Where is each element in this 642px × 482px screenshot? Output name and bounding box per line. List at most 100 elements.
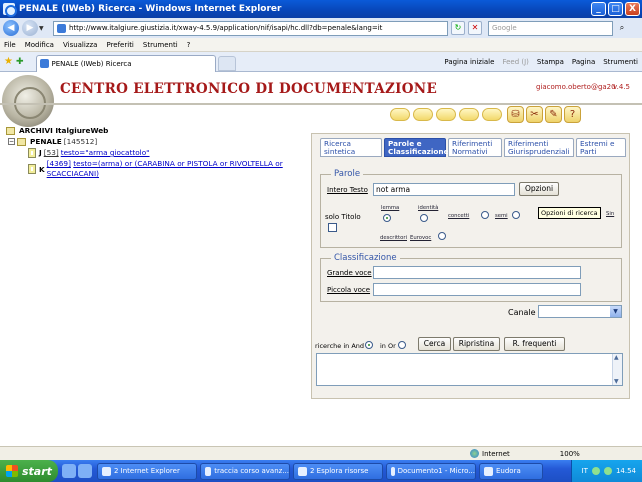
task-label: Documento1 - Micro... <box>397 467 475 475</box>
piccola-voce-input[interactable] <box>373 283 581 296</box>
tab-label: PENALE (IWeb) Ricerca <box>51 59 132 68</box>
user-link[interactable]: giacomo.oberto@ga20 <box>536 83 616 91</box>
tree-item-k[interactable]: K [4369] testo=(arma) or (CARABINA or PI… <box>6 159 306 179</box>
tools-menu-button[interactable]: Strumenti <box>603 58 638 66</box>
status-bar: Internet 100% <box>0 446 642 460</box>
menu-file[interactable]: File <box>4 41 16 49</box>
task-documento1[interactable]: Documento1 - Micro... <box>386 462 476 480</box>
menu-help[interactable]: ? <box>187 41 191 49</box>
tree-root-label: ARCHIVI ItalgiureWeb <box>19 126 109 135</box>
task-internet-explorer[interactable]: 2 Internet Explorer <box>97 462 197 480</box>
seal-logo <box>2 75 54 127</box>
concetti-radio[interactable] <box>481 211 489 219</box>
scissors-icon[interactable]: ✂ <box>526 105 543 123</box>
eurovoc-radio[interactable] <box>438 232 446 240</box>
menu-modifica[interactable]: Modifica <box>25 41 54 49</box>
or-radio[interactable] <box>398 341 406 349</box>
bag-icon[interactable]: ⛁ <box>507 105 524 123</box>
back-button[interactable]: ◀ <box>3 20 19 36</box>
page-title: CENTRO ELETTRONICO DI DOCUMENTAZIONE <box>60 81 438 97</box>
history-dropdown-icon[interactable]: ▼ <box>39 25 47 32</box>
favorites-star-icon[interactable]: ★ <box>4 56 13 67</box>
page-menu-button[interactable]: Pagina <box>572 58 595 66</box>
print-button[interactable]: Stampa <box>537 58 564 66</box>
add-favorites-icon[interactable]: ✚ <box>16 57 24 67</box>
query-textarea[interactable] <box>316 353 623 386</box>
quick-launch-desktop-icon[interactable] <box>78 464 92 478</box>
lemma-radio[interactable] <box>383 214 391 222</box>
menu-strumenti[interactable]: Strumenti <box>143 41 178 49</box>
tab-penale[interactable]: PENALE (IWeb) Ricerca <box>35 54 216 72</box>
toolbar-pill-5[interactable] <box>482 107 502 121</box>
in-or-label: in Or <box>380 342 396 350</box>
eraser-icon[interactable]: ✎ <box>545 105 562 123</box>
quick-launch-ie-icon[interactable] <box>62 464 76 478</box>
tab-estremi-parti[interactable]: Estremi e Parti <box>576 138 626 157</box>
toolbar-pill-2[interactable] <box>413 107 433 121</box>
url-field[interactable]: http://www.italgiure.giustizia.it/xway-4… <box>53 20 448 36</box>
identita-radio[interactable] <box>420 214 428 222</box>
intero-testo-label: Intero Testo <box>327 186 368 194</box>
cerca-button[interactable]: Cerca <box>418 337 451 351</box>
toolbar-pill-3[interactable] <box>436 107 456 121</box>
menu-visualizza[interactable]: Visualizza <box>63 41 97 49</box>
grande-voce-input[interactable] <box>373 266 581 279</box>
tab-riferimenti-normativi[interactable]: Riferimenti Normativi <box>448 138 502 157</box>
item-query[interactable]: testo="arma giocattolo" <box>61 148 150 157</box>
task-esplora-risorse[interactable]: 2 Esplora risorse <box>293 462 383 480</box>
tree-archive-penale[interactable]: − PENALE [145512] <box>6 136 306 147</box>
item-count[interactable]: [53] <box>44 148 59 157</box>
minimize-button[interactable]: _ <box>591 2 606 16</box>
intero-testo-input[interactable]: not arma <box>373 183 515 196</box>
globe-icon <box>470 449 479 458</box>
concetti-label: concetti <box>448 213 470 219</box>
quick-launch <box>62 464 94 478</box>
refresh-icon[interactable]: ↻ <box>451 21 465 35</box>
opzioni-button[interactable]: Opzioni <box>519 182 559 196</box>
solo-titolo-checkbox[interactable] <box>328 223 337 232</box>
toolbar-pill-1[interactable] <box>390 107 410 121</box>
collapse-icon[interactable]: − <box>8 138 15 145</box>
textarea-scrollbar[interactable] <box>612 354 622 385</box>
new-tab-button[interactable] <box>217 55 236 71</box>
canale-select[interactable]: ▼ <box>538 305 622 318</box>
menu-preferiti[interactable]: Preferiti <box>106 41 133 49</box>
help-icon[interactable]: ? <box>564 105 581 123</box>
url-text: http://www.italgiure.giustizia.it/xway-4… <box>69 24 383 32</box>
semi-radio[interactable] <box>512 211 520 219</box>
eudora-icon <box>484 466 493 476</box>
language-indicator[interactable]: IT <box>582 467 588 475</box>
tree-item-j[interactable]: J [53] testo="arma giocattolo" <box>6 147 306 158</box>
search-input[interactable]: Google <box>488 20 613 36</box>
ripristina-button[interactable]: Ripristina <box>453 337 500 351</box>
tab-ricerca-sintetica[interactable]: Ricerca sintetica <box>320 138 382 157</box>
and-radio[interactable] <box>365 341 373 349</box>
task-traccia-corso[interactable]: traccia corso avanz... <box>200 462 290 480</box>
forward-button[interactable]: ▶ <box>22 20 38 36</box>
task-eudora[interactable]: Eudora <box>479 462 543 480</box>
classificazione-legend: Classificazione <box>331 253 400 263</box>
toolbar-pill-4[interactable] <box>459 107 479 121</box>
word-icon <box>391 466 395 476</box>
network-icon[interactable] <box>591 467 600 475</box>
close-button[interactable]: X <box>625 2 640 16</box>
home-button[interactable]: Pagina iniziale <box>444 58 494 66</box>
tab-riferimenti-giurisprudenziali[interactable]: Riferimenti Giurisprudenziali <box>504 138 574 157</box>
tab-parole-classificazione[interactable]: Parole e Classificazione <box>384 138 449 157</box>
stop-icon[interactable]: ✕ <box>468 21 482 35</box>
ricerche-frequenti-button[interactable]: R. frequenti <box>504 337 565 351</box>
item-letter: K <box>39 164 45 174</box>
search-icon[interactable]: ⌕ <box>615 21 629 35</box>
antivirus-icon[interactable] <box>603 467 612 475</box>
maximize-button[interactable]: □ <box>608 2 623 16</box>
zoom-level[interactable]: 100% <box>560 450 580 458</box>
feeds-button[interactable]: Feed (J) <box>502 58 528 66</box>
grande-voce-label: Grande voce <box>327 269 372 277</box>
tree-root[interactable]: ARCHIVI ItalgiureWeb <box>6 125 306 136</box>
clock[interactable]: 14.54 <box>616 467 636 475</box>
item-query[interactable]: testo=(arma) or (CARABINA or PISTOLA or … <box>47 159 283 178</box>
document-icon <box>28 164 36 174</box>
item-count[interactable]: [4369] <box>47 159 71 168</box>
lemma-label: lemma <box>381 205 400 211</box>
start-button[interactable]: start <box>0 460 58 482</box>
